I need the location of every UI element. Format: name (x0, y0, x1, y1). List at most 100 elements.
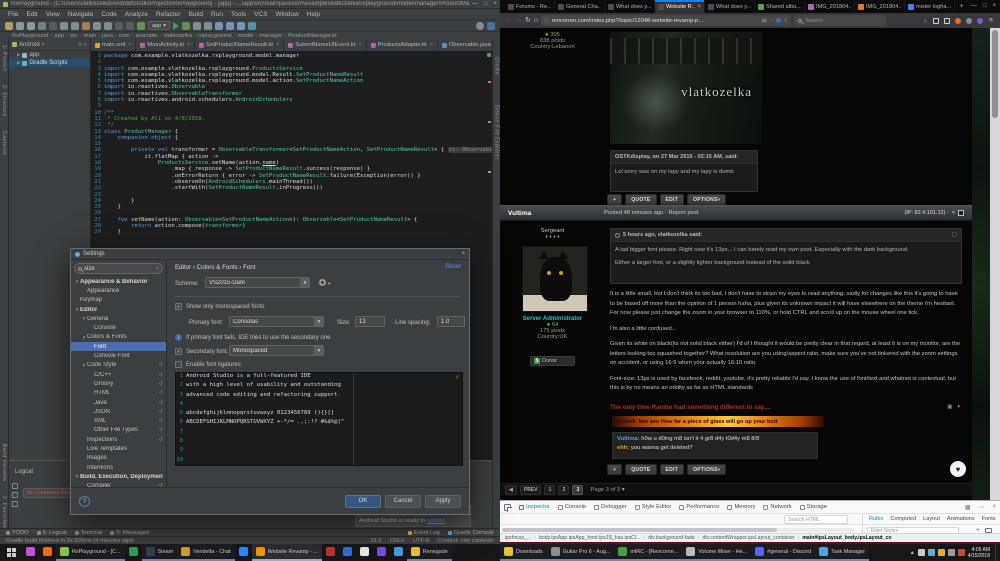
tool-window-messages[interactable]: 0: Messages (110, 530, 149, 536)
tool-button-buildvariants[interactable]: Build Variants (1, 444, 7, 481)
select-post-checkbox[interactable] (958, 210, 964, 216)
scheme-select[interactable]: VS2015-Dark ▼ (205, 277, 310, 288)
editor-tab[interactable]: ProductsAdapter.kt× (367, 39, 438, 51)
browser-tab[interactable]: mister logha... (905, 0, 955, 13)
breadcrumb-item[interactable]: app (54, 33, 64, 39)
close-tab-icon[interactable]: × (276, 42, 279, 48)
monospaced-checkbox[interactable]: ✓ (175, 303, 182, 310)
tray-icon-1[interactable] (918, 549, 925, 556)
forward-icon[interactable]: → (515, 16, 522, 26)
sidebar-tab-layout[interactable]: Layout (923, 516, 940, 522)
devtools-tab-debugger[interactable]: Debugger (594, 504, 626, 510)
back-icon[interactable]: ← (505, 16, 512, 26)
run-icon[interactable] (173, 22, 179, 30)
menu-help[interactable]: Help (303, 11, 324, 18)
expand-quote-icon[interactable]: ▢ (952, 232, 957, 238)
tool-button-gradle[interactable]: Gradle (494, 57, 500, 75)
warning-stripe-mark[interactable] (488, 81, 491, 83)
tool-window-todo[interactable]: TODO (6, 530, 29, 536)
taskbar-vendetta-chat[interactable]: Vendetta - Chat (177, 544, 234, 561)
settings-tree-item[interactable]: ▼Appearance & Behavior (71, 277, 166, 286)
settings-tree-item[interactable]: ▼Code Style↺ (71, 361, 166, 370)
menu-run[interactable]: Run (207, 11, 227, 18)
settings-tree-item[interactable]: Inspections↺ (71, 435, 166, 444)
devtools-tab-inspector[interactable]: Inspector (519, 504, 550, 510)
taskbar-downloads-folder[interactable]: Downloads (500, 544, 547, 561)
breadcrumb-item[interactable]: src (70, 33, 78, 39)
taskbar-messenger[interactable] (235, 544, 252, 561)
user-avatar[interactable] (522, 246, 588, 312)
page-actions-icon[interactable]: ⋯ (769, 18, 775, 24)
settings-tree-item[interactable]: JSON↺ (71, 407, 166, 416)
search-everywhere-icon[interactable] (476, 22, 484, 30)
breadcrumb-node[interactable]: div.background-fade (648, 535, 695, 541)
maximize-icon[interactable]: □ (983, 2, 987, 11)
forward-icon[interactable] (126, 22, 134, 30)
avd-manager-icon[interactable] (215, 22, 223, 30)
menu-file[interactable]: File (4, 11, 22, 18)
breadcrumb-item[interactable]: model (238, 33, 254, 39)
tool-window-logcat[interactable]: 6: Logcat (37, 530, 67, 536)
cancel-button[interactable]: Cancel (385, 495, 421, 508)
taskbar-photo-viewer[interactable] (373, 544, 390, 561)
run-config-combo[interactable]: app▾ (148, 21, 170, 30)
container-icon[interactable] (976, 17, 984, 25)
settings-tree-item[interactable]: C/C++↺ (71, 370, 166, 379)
taskbar-mirc[interactable]: mIRC - [Rencorne... (614, 544, 682, 561)
editor-tab[interactable]: SubmitNameUIEvent.kt× (284, 39, 366, 51)
breadcrumb-item[interactable]: java (102, 33, 113, 39)
secondary-font-checkbox[interactable]: ✓ (175, 348, 182, 355)
url-bar[interactable]: ⓘ rencorner.com/index.php?/topic/12048-w… (541, 15, 791, 26)
copy-icon[interactable] (71, 22, 79, 30)
sync-icon[interactable] (27, 22, 35, 30)
taskbar-tool-blue[interactable] (390, 544, 407, 561)
collapse-icons[interactable]: ▣ ▾ (947, 404, 962, 411)
browser-tab[interactable]: Shared albu... (755, 0, 805, 13)
taskbar-app-blue[interactable] (339, 544, 356, 561)
settings-tree-item[interactable]: HTML↺ (71, 389, 166, 398)
status-widget[interactable]: 31:2 (370, 538, 381, 544)
page-button-2[interactable]: 2 (558, 485, 569, 495)
menu-vcs[interactable]: VCS (250, 11, 271, 18)
reset-link[interactable]: Reset (445, 264, 461, 270)
page-scrollbar[interactable] (990, 28, 1000, 500)
clear-search-icon[interactable]: × (156, 266, 159, 272)
browser-tab[interactable]: General Cha... (555, 0, 605, 13)
screenshot-icon[interactable] (965, 17, 973, 25)
settings-tree-item[interactable]: Images (71, 454, 166, 463)
close-icon[interactable]: × (493, 0, 497, 9)
settings-tree-item[interactable]: Other File Types↺ (71, 426, 166, 435)
taskbar-clock[interactable]: 4:05 AM 4/15/2018 (968, 547, 990, 559)
update-link[interactable]: update (427, 518, 445, 524)
browser-tab[interactable]: Website R...× (655, 0, 705, 13)
breadcrumb-node[interactable]: main#ipsLayout_body.ipsLayout_co (802, 535, 891, 541)
taskbar-task-manager[interactable]: Task Manager (815, 544, 869, 561)
sidebar-tab-computed[interactable]: Computed (890, 516, 916, 522)
settings-search-input[interactable]: size × (74, 263, 163, 274)
scheme-gear-icon[interactable] (319, 279, 326, 286)
devtools-tab-network[interactable]: Network (763, 504, 791, 510)
collapse-all-icon[interactable]: ≡ (84, 42, 87, 48)
sdk-manager-icon[interactable] (237, 22, 245, 30)
close-tab-icon[interactable]: × (187, 42, 190, 48)
breadcrumb-item[interactable]: rxplayground (198, 33, 232, 39)
breadcrumb-node[interactable]: ipsfocus_... (505, 535, 531, 541)
page-info[interactable]: Page 3 of 3 ▾ (590, 487, 624, 493)
home-icon[interactable]: ⌂ (534, 16, 538, 26)
editor-tab[interactable]: MainActivity.kt× (136, 39, 195, 51)
status-widget[interactable]: Context: <no context> (437, 538, 494, 544)
editor-tab[interactable]: main.xml× (91, 39, 136, 51)
tray-icon-3[interactable] (938, 549, 945, 556)
devtools-tab-storage[interactable]: Storage (800, 504, 827, 510)
tool-button-devicefileexplorer[interactable]: Device File Explorer (494, 105, 500, 160)
settings-tree-item[interactable]: Console (71, 323, 166, 332)
options-button[interactable]: OPTIONS ▾ (687, 194, 726, 205)
breadcrumb-item[interactable]: RxPlayground (12, 33, 48, 39)
apply-button[interactable]: Apply (425, 495, 461, 508)
browser-tab[interactable]: IMG_201804... (805, 0, 855, 13)
taskbar-photos-app[interactable] (22, 544, 39, 561)
project-tree-item[interactable]: ▶Gradle Scripts (9, 59, 90, 67)
tray-expand-icon[interactable]: ▲ (910, 550, 915, 556)
menu-view[interactable]: View (42, 11, 64, 18)
reader-mode-icon[interactable]: ▤ (761, 18, 766, 24)
